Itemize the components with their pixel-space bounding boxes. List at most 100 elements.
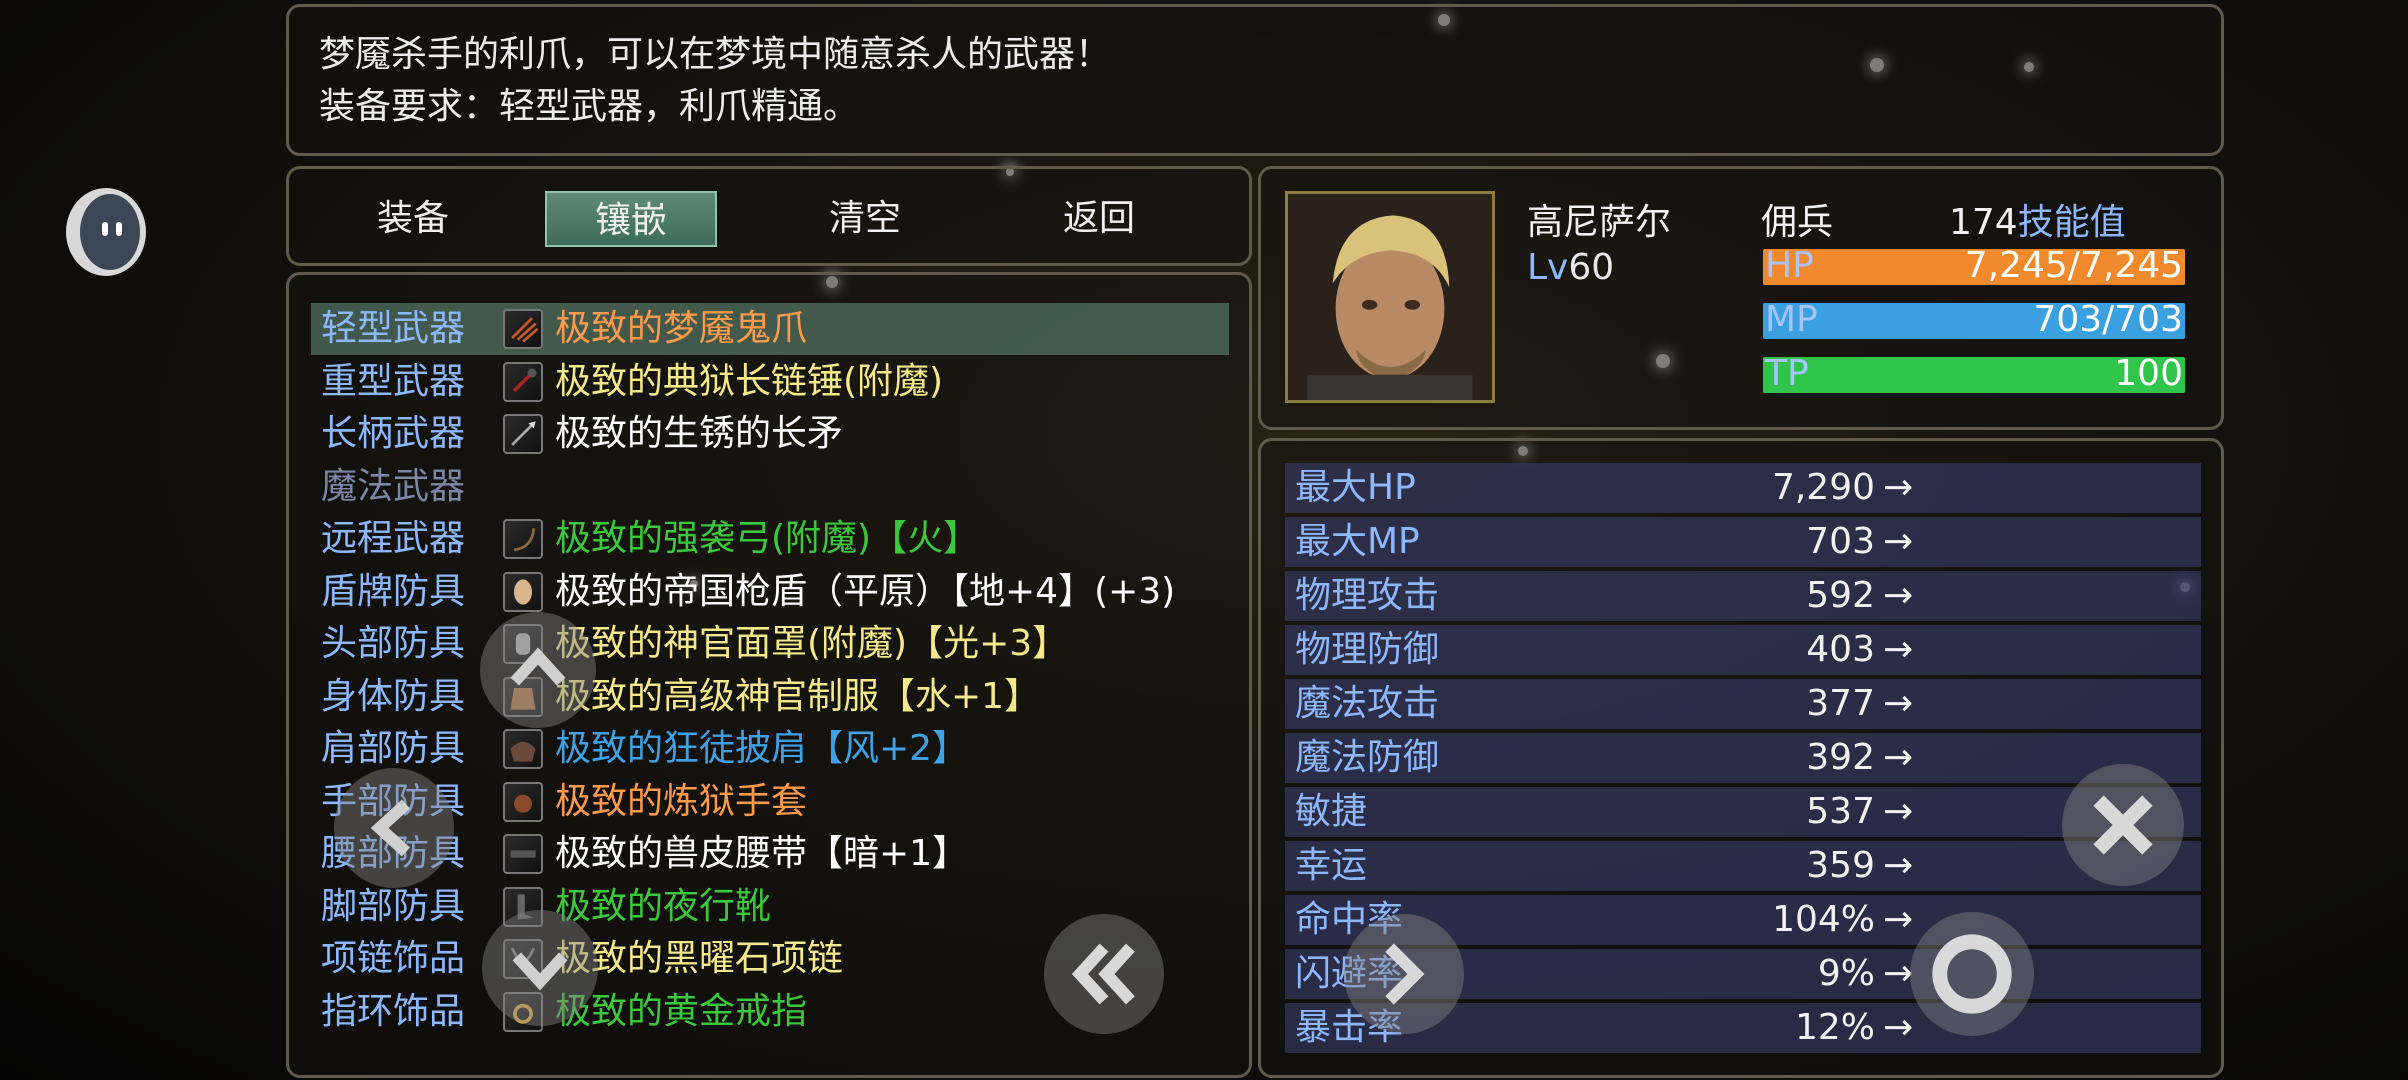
stat-arrow: →	[1883, 1007, 1914, 1048]
stat-name: 物理攻击	[1295, 575, 1440, 616]
dpad-up-button[interactable]	[480, 612, 596, 728]
stat-row: 最大MP 703 →	[1285, 517, 2201, 567]
item-description-panel: 梦魇杀手的利爪，可以在梦境中随意杀人的武器！ 装备要求：轻型武器，利爪精通。	[286, 4, 2224, 156]
shawl-icon	[503, 729, 543, 769]
equipment-item-name: 极致的神官面罩(附魔)【光+3】	[555, 623, 1069, 664]
equipment-slot-label: 轻型武器	[321, 308, 466, 349]
stat-arrow: →	[1883, 683, 1914, 724]
tab-back[interactable]: 返回	[1013, 191, 1185, 247]
prev-page-button[interactable]	[1044, 914, 1164, 1034]
gloves-icon	[503, 781, 543, 822]
equipment-row[interactable]: 轻型武器 极致的梦魇鬼爪	[311, 303, 1229, 355]
description-line-2: 装备要求：轻型武器，利爪精通。	[319, 86, 860, 127]
stat-value: 403	[1806, 629, 1875, 670]
equipment-item-name: 极致的黑曜石项链	[555, 938, 844, 979]
stat-arrow: →	[1883, 953, 1914, 994]
stat-value: 12%	[1794, 1007, 1875, 1048]
equipment-row[interactable]: 魔法武器	[311, 461, 1229, 513]
equipment-item-name: 极致的梦魇鬼爪	[555, 308, 808, 349]
chain-hammer-icon	[503, 361, 543, 402]
stat-name: 敏捷	[1295, 791, 1368, 832]
mp-value: 703/703	[2033, 303, 2183, 339]
equipment-item-name: 极致的典狱长链锤(附魔)	[555, 360, 944, 402]
stat-arrow: →	[1883, 791, 1914, 832]
next-page-button[interactable]	[1344, 914, 1464, 1034]
stat-value: 359	[1806, 845, 1875, 886]
equipment-slot-label: 魔法武器	[321, 465, 466, 507]
stat-row: 物理防御 403 →	[1285, 625, 2201, 675]
stat-name: 物理防御	[1295, 629, 1440, 670]
equipment-row[interactable]: 远程武器 极致的强袭弓(附魔)【火】	[311, 513, 1229, 565]
stat-value: 377	[1806, 683, 1875, 724]
character-level: Lv60	[1527, 247, 1614, 288]
spear-icon	[503, 414, 543, 454]
tab-equip[interactable]: 装备	[327, 191, 499, 247]
shield-icon	[503, 571, 543, 612]
level-value: 60	[1568, 247, 1615, 288]
mp-bar: MP 703/703	[1763, 303, 2185, 339]
equipment-row[interactable]: 头部防具 极致的神官面罩(附魔)【光+3】	[311, 618, 1229, 670]
equipment-slot-label: 长柄武器	[321, 413, 466, 454]
stat-row: 物理攻击 592 →	[1285, 571, 2201, 621]
equipment-item-name: 极致的帝国枪盾（平原）【地+4】(+3)	[555, 570, 1176, 612]
character-name: 高尼萨尔	[1527, 202, 1672, 243]
stat-name: 魔法攻击	[1295, 683, 1440, 724]
equipment-row[interactable]: 重型武器 极致的典狱长链锤(附魔)	[311, 356, 1229, 408]
hp-label: HP	[1765, 249, 1814, 285]
action-tabs-panel: 装备 镶嵌 清空 返回	[286, 166, 1252, 266]
stat-value: 703	[1806, 521, 1875, 562]
equipment-slot-label: 头部防具	[321, 623, 466, 664]
level-label: Lv	[1527, 247, 1569, 288]
equipment-slot-label: 指环饰品	[321, 990, 466, 1032]
skill-points: 174技能值	[1949, 193, 2126, 245]
equipment-row[interactable]: 身体防具 极致的高级神官制服【水+1】	[311, 671, 1229, 723]
assistant-bot-icon[interactable]	[64, 182, 148, 278]
stat-value: 392	[1806, 737, 1875, 778]
stat-arrow: →	[1883, 737, 1914, 778]
stat-arrow: →	[1883, 899, 1914, 940]
dpad-down-button[interactable]	[482, 910, 598, 1026]
bow-icon	[503, 519, 543, 559]
character-portrait	[1285, 191, 1495, 403]
equipment-item-name: 极致的炼狱手套	[555, 780, 808, 822]
stat-value: 592	[1806, 575, 1875, 616]
stat-name: 最大MP	[1295, 521, 1420, 562]
stat-arrow: →	[1883, 467, 1914, 508]
stat-value: 7,290	[1771, 467, 1875, 508]
mp-label: MP	[1765, 303, 1818, 339]
tab-clear[interactable]: 清空	[779, 191, 951, 247]
claw-icon	[503, 309, 543, 349]
stat-arrow: →	[1883, 629, 1914, 670]
tp-label: TP	[1765, 357, 1809, 393]
description-line-1: 梦魇杀手的利爪，可以在梦境中随意杀人的武器！	[319, 34, 1112, 75]
stat-arrow: →	[1883, 575, 1914, 616]
equipment-row[interactable]: 长柄武器 极致的生锈的长矛	[311, 408, 1229, 460]
equipment-item-name: 极致的高级神官制服【水+1】	[555, 675, 1041, 717]
confirm-button[interactable]	[1910, 912, 2034, 1036]
equipment-item-name: 极致的生锈的长矛	[555, 413, 844, 454]
tab-socket[interactable]: 镶嵌	[545, 191, 717, 247]
dpad-left-button[interactable]	[334, 768, 454, 888]
skill-points-label: 技能值	[2017, 202, 2126, 243]
equipment-slot-label: 项链饰品	[321, 938, 466, 979]
hp-bar: HP 7,245/7,245	[1763, 249, 2185, 285]
close-button[interactable]	[2062, 764, 2184, 886]
tp-bar: TP 100	[1763, 357, 2185, 393]
tp-value: 100	[2114, 357, 2183, 393]
equipment-item-name: 极致的狂徒披肩【风+2】	[555, 728, 969, 769]
stat-value: 9%	[1817, 953, 1875, 994]
skill-points-value: 174	[1949, 202, 2018, 243]
hp-value: 7,245/7,245	[1964, 249, 2183, 285]
equipment-slot-label: 重型武器	[321, 360, 466, 402]
equipment-slot-label: 远程武器	[321, 518, 466, 559]
stat-value: 537	[1806, 791, 1875, 832]
belt-icon	[503, 834, 543, 874]
character-class: 佣兵	[1761, 202, 1834, 243]
stat-arrow: →	[1883, 845, 1914, 886]
stat-row: 最大HP 7,290 →	[1285, 463, 2201, 513]
stat-arrow: →	[1883, 521, 1914, 562]
stat-name: 幸运	[1295, 845, 1368, 886]
character-info-panel: 高尼萨尔 Lv60 佣兵 174技能值 HP 7,245/7,245 MP 70…	[1258, 166, 2224, 430]
stat-value: 104%	[1772, 899, 1875, 940]
equipment-row[interactable]: 盾牌防具 极致的帝国枪盾（平原）【地+4】(+3)	[311, 566, 1229, 618]
